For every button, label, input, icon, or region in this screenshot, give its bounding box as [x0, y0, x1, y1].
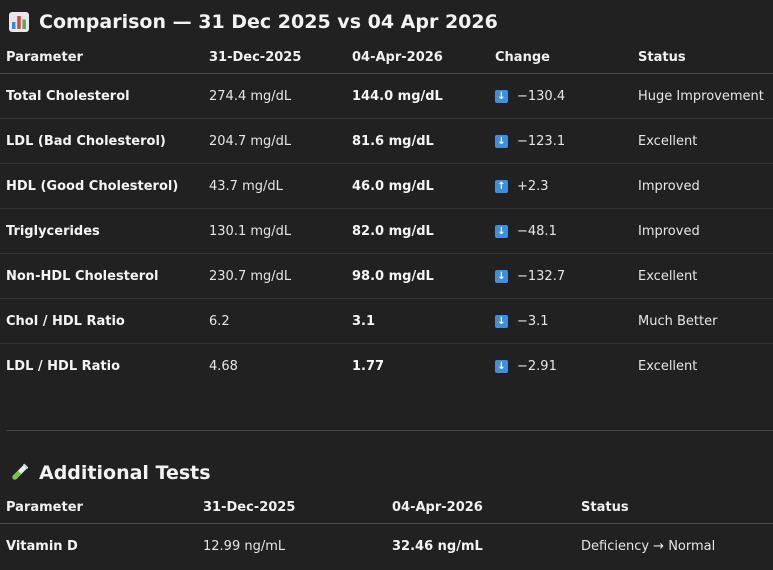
- change-amount: −2.91: [517, 359, 557, 374]
- comparison-title: Comparison — 31 Dec 2025 vs 04 Apr 2026: [8, 11, 498, 33]
- before-value-cell: 274.4 mg/dL: [203, 73, 346, 119]
- table-row: Triglycerides 130.1 mg/dL 82.0 mg/dL ↓ −48.1…: [0, 208, 773, 254]
- before-value-cell: 130.1 mg/dL: [203, 208, 346, 254]
- additional-header-row: Parameter 31-Dec-2025 04-Apr-2026 Status: [0, 491, 773, 524]
- change-amount: +2.3: [517, 179, 549, 194]
- table-row: Chol / HDL Ratio 6.2 3.1 ↓ −3.1 Much Better: [0, 298, 773, 344]
- arrow-down-icon: ↓: [495, 135, 508, 148]
- change-value: ↓ −48.1: [495, 224, 557, 239]
- change-value: ↓ −132.7: [495, 269, 565, 284]
- change-value: ↓ −3.1: [495, 314, 549, 329]
- before-value-cell: 6.2: [203, 298, 346, 344]
- table-row: LDL (Bad Cholesterol) 204.7 mg/dL 81.6 mg/…: [0, 118, 773, 164]
- column-header-before: 31-Dec-2025: [203, 41, 346, 74]
- status-cell: Deficiency → Normal: [581, 538, 716, 554]
- parameter-cell: HDL (Good Cholesterol): [0, 163, 203, 209]
- arrow-down-icon: ↓: [495, 270, 508, 283]
- after-value-cell: 98.0 mg/dL: [346, 253, 489, 299]
- table-row: HDL (Good Cholesterol) 43.7 mg/dL 46.0 mg/…: [0, 163, 773, 209]
- change-amount: −48.1: [517, 224, 557, 239]
- change-amount: −123.1: [517, 134, 566, 149]
- change-cell: ↓ −123.1: [489, 118, 632, 164]
- change-cell: ↓ −2.91: [489, 344, 632, 389]
- column-header-parameter: Parameter: [0, 491, 197, 524]
- change-amount: −130.4: [517, 89, 566, 104]
- before-value-cell: 12.99 ng/mL: [203, 538, 286, 554]
- after-value-cell: 1.77: [352, 358, 385, 374]
- test-tube-icon: [8, 462, 30, 484]
- status-cell: Improved: [632, 208, 773, 254]
- parameter-cell: Vitamin D: [6, 538, 78, 554]
- arrow-up-icon: ↑: [495, 180, 508, 193]
- change-amount: −132.7: [517, 269, 566, 284]
- table-row: Vitamin D 12.99 ng/mL 32.46 ng/mL Deficienc…: [0, 524, 773, 569]
- table-row: Total Cholesterol 274.4 mg/dL 144.0 mg/dL ↓…: [0, 73, 773, 119]
- column-header-after: 04-Apr-2026: [386, 491, 575, 524]
- after-value-cell: 144.0 mg/dL: [346, 73, 489, 119]
- column-header-status: Status: [575, 491, 773, 524]
- column-header-after: 04-Apr-2026: [346, 41, 489, 74]
- status-cell: Much Better: [632, 298, 773, 344]
- parameter-cell: Triglycerides: [0, 208, 203, 254]
- change-cell: ↓ −130.4: [489, 73, 632, 119]
- parameter-cell: LDL (Bad Cholesterol): [0, 118, 203, 164]
- before-value-cell: 43.7 mg/dL: [203, 163, 346, 209]
- parameter-cell: Chol / HDL Ratio: [0, 298, 203, 344]
- after-value-cell: 82.0 mg/dL: [346, 208, 489, 254]
- parameter-cell: Non-HDL Cholesterol: [0, 253, 203, 299]
- after-value-cell: 3.1: [346, 298, 489, 344]
- parameter-cell: Total Cholesterol: [0, 73, 203, 119]
- column-header-status: Status: [632, 41, 773, 74]
- additional-tests-title-text: Additional Tests: [39, 462, 211, 484]
- additional-tests-table: Parameter 31-Dec-2025 04-Apr-2026 Status…: [0, 491, 773, 568]
- before-value-cell: 4.68: [209, 358, 238, 374]
- change-amount: −3.1: [517, 314, 549, 329]
- arrow-down-icon: ↓: [495, 360, 508, 373]
- change-value: ↓ −123.1: [495, 134, 565, 149]
- comparison-title-text: Comparison — 31 Dec 2025 vs 04 Apr 2026: [39, 11, 498, 33]
- status-cell: Excellent: [638, 358, 698, 374]
- change-value: ↓ −2.91: [495, 359, 557, 374]
- before-value-cell: 230.7 mg/dL: [203, 253, 346, 299]
- parameter-cell: LDL / HDL Ratio: [6, 358, 121, 374]
- arrow-down-icon: ↓: [495, 90, 508, 103]
- status-cell: Improved: [632, 163, 773, 209]
- column-header-before: 31-Dec-2025: [197, 491, 386, 524]
- column-header-change: Change: [489, 41, 632, 74]
- table-row: LDL / HDL Ratio 4.68 1.77 ↓ −2.91 Excellent: [0, 344, 773, 389]
- change-cell: ↓ −3.1: [489, 298, 632, 344]
- change-value: ↓ −130.4: [495, 89, 565, 104]
- arrow-down-icon: ↓: [495, 315, 508, 328]
- status-cell: Excellent: [632, 118, 773, 164]
- comparison-table: Parameter 31-Dec-2025 04-Apr-2026 Change…: [0, 41, 773, 388]
- status-cell: Excellent: [632, 253, 773, 299]
- change-cell: ↓ −48.1: [489, 208, 632, 254]
- change-value: ↑ +2.3: [495, 179, 549, 194]
- section-divider: [6, 430, 773, 431]
- bar-chart-icon: [8, 11, 30, 33]
- change-cell: ↓ −132.7: [489, 253, 632, 299]
- status-cell: Huge Improvement: [632, 73, 773, 119]
- comparison-header-row: Parameter 31-Dec-2025 04-Apr-2026 Change…: [0, 41, 773, 74]
- column-header-parameter: Parameter: [0, 41, 203, 74]
- after-value-cell: 46.0 mg/dL: [346, 163, 489, 209]
- additional-tests-title: Additional Tests: [8, 462, 211, 484]
- arrow-down-icon: ↓: [495, 225, 508, 238]
- change-cell: ↑ +2.3: [489, 163, 632, 209]
- table-row: Non-HDL Cholesterol 230.7 mg/dL 98.0 mg/dL…: [0, 253, 773, 299]
- after-value-cell: 32.46 ng/mL: [392, 538, 483, 554]
- after-value-cell: 81.6 mg/dL: [346, 118, 489, 164]
- before-value-cell: 204.7 mg/dL: [203, 118, 346, 164]
